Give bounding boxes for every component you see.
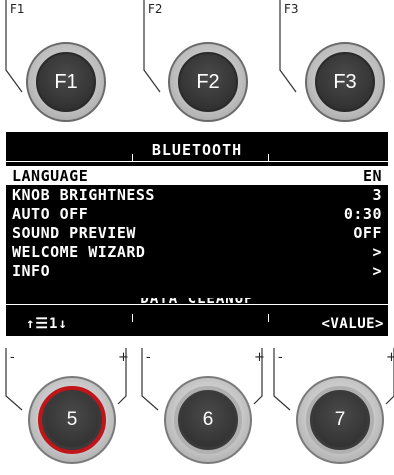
menu-item-label: AUTO OFF: [12, 204, 89, 223]
menu-item-label: KNOB BRIGHTNESS: [12, 185, 155, 204]
knob-5[interactable]: 5: [28, 376, 116, 464]
knob-5-label: 5: [45, 393, 99, 447]
knob-7-minus-label: -: [278, 350, 283, 365]
knob-7-ring: 7: [306, 386, 374, 454]
title-divider-left: [132, 154, 133, 161]
menu-item-data-cleanup-partial: DATA CLEANUP: [6, 298, 388, 308]
menu-item-label: INFO: [12, 261, 51, 280]
knob-7-plus-label: +: [386, 350, 394, 365]
knob-6-plus-label: +: [254, 350, 265, 365]
knob-6-minus-label: -: [146, 350, 151, 365]
knob-5-plus-label: +: [118, 350, 129, 365]
footer-divider-left: [132, 314, 133, 322]
menu-item-value: 0:30: [343, 204, 382, 223]
menu-item-knob-brightness[interactable]: KNOB BRIGHTNESS 3: [6, 185, 388, 204]
menu-item-welcome-wizard[interactable]: WELCOME WIZARD >: [6, 242, 388, 261]
display-footer: ↑☰1↓ <VALUE>: [6, 314, 388, 336]
f2-key-group: F2 F2: [140, 0, 270, 130]
settings-menu: LANGUAGE EN KNOB BRIGHTNESS 3 AUTO OFF 0…: [6, 166, 388, 280]
f2-button[interactable]: F2: [168, 42, 248, 122]
menu-item-label: SOUND PREVIEW: [12, 223, 136, 242]
knob-6-ring: 6: [174, 386, 242, 454]
f1-button[interactable]: F1: [26, 42, 106, 122]
knob-6-label: 6: [181, 393, 235, 447]
f3-key-group: F3 F3: [272, 0, 394, 130]
knob-6-group: - + 6: [136, 348, 266, 475]
partial-item-label: DATA CLEANUP: [140, 298, 254, 307]
knob-5-minus-label: -: [10, 350, 15, 365]
title-divider-right: [268, 154, 269, 161]
menu-item-auto-off[interactable]: AUTO OFF 0:30: [6, 204, 388, 223]
footer-divider-right: [268, 314, 269, 322]
menu-item-value: 3: [372, 185, 382, 204]
f2-top-label: F2: [148, 2, 163, 16]
f3-button[interactable]: F3: [305, 42, 385, 122]
menu-item-label: LANGUAGE: [12, 166, 89, 185]
knob-7[interactable]: 7: [296, 376, 384, 464]
display-title-bar: BLUETOOTH: [6, 138, 388, 162]
menu-item-sound-preview[interactable]: SOUND PREVIEW OFF: [6, 223, 388, 242]
menu-item-value: >: [372, 242, 382, 261]
knob-7-label: 7: [313, 393, 367, 447]
menu-item-label: WELCOME WIZARD: [12, 242, 146, 261]
page-indicator: ↑☰1↓: [26, 316, 68, 332]
f3-button-label: F3: [315, 52, 375, 112]
f2-button-label: F2: [178, 52, 238, 112]
knob-7-group: - + 7: [268, 348, 394, 475]
display-title: BLUETOOTH: [151, 141, 243, 159]
f1-top-label: F1: [10, 2, 25, 16]
menu-item-language[interactable]: LANGUAGE EN: [6, 166, 388, 185]
knob-5-group: - + 5: [0, 348, 130, 475]
menu-item-value: >: [372, 261, 382, 280]
menu-item-value: OFF: [353, 223, 382, 242]
f1-button-label: F1: [36, 52, 96, 112]
knob-5-ring: 5: [38, 386, 106, 454]
f1-key-group: F1 F1: [0, 0, 130, 130]
value-hint: <VALUE>: [321, 316, 384, 332]
menu-item-info[interactable]: INFO >: [6, 261, 388, 280]
partial-divider: [6, 304, 388, 305]
f3-top-label: F3: [284, 2, 299, 16]
menu-item-value: EN: [362, 166, 382, 185]
lcd-display: BLUETOOTH LANGUAGE EN KNOB BRIGHTNESS 3 …: [6, 132, 388, 336]
knob-6[interactable]: 6: [164, 376, 252, 464]
